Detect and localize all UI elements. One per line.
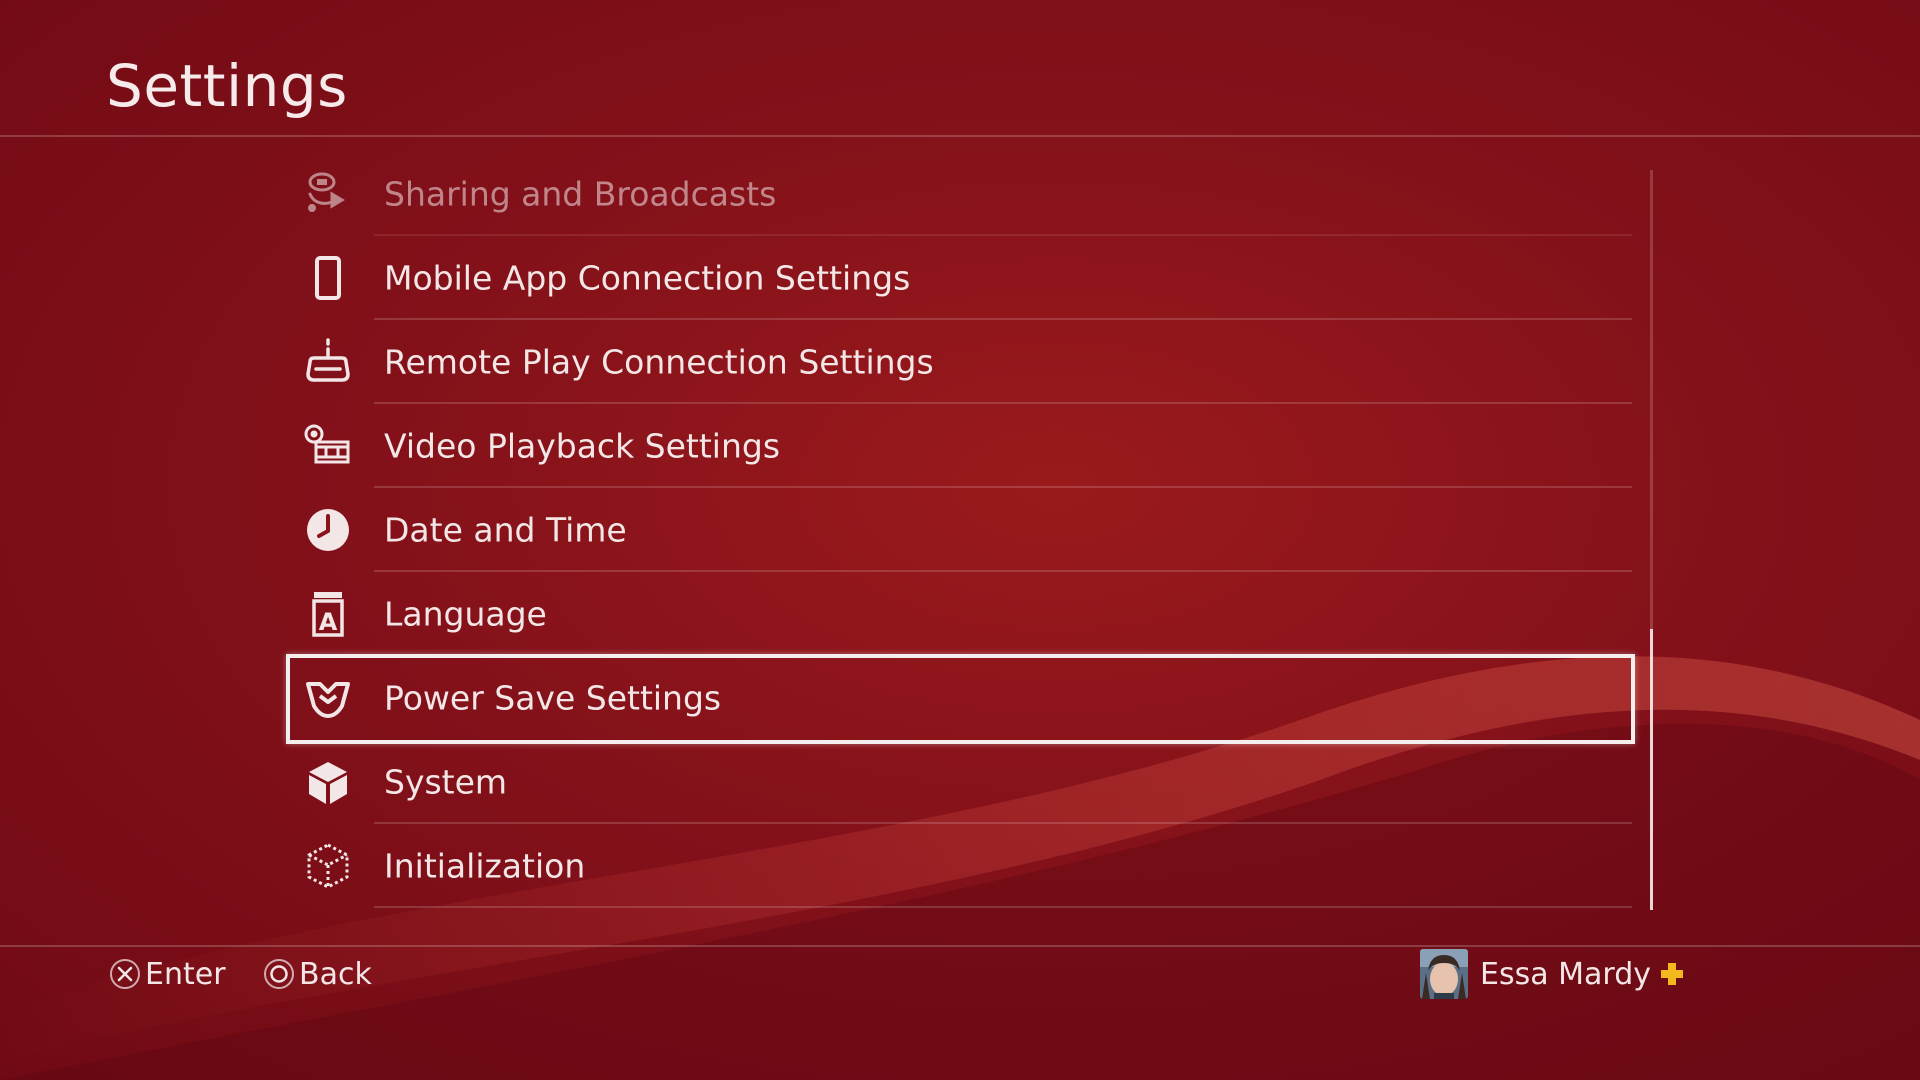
cross-button-icon: [110, 959, 140, 989]
menu-item-label: Date and Time: [384, 510, 627, 550]
user-name: Essa Mardy: [1480, 956, 1652, 992]
settings-menu: Sharing and Broadcasts Mobile App Connec…: [286, 152, 1635, 908]
menu-item-label: Initialization: [384, 846, 586, 886]
menu-item-mobile-app-connection-settings[interactable]: Mobile App Connection Settings: [286, 236, 1635, 320]
enter-label: Enter: [145, 956, 226, 992]
menu-item-language[interactable]: A Language: [286, 572, 1635, 656]
language-icon: A: [302, 588, 354, 640]
power-save-icon: [302, 672, 354, 724]
enter-hint[interactable]: Enter: [110, 954, 226, 994]
menu-item-sharing-and-broadcasts[interactable]: Sharing and Broadcasts: [286, 152, 1635, 236]
user-profile[interactable]: Essa Mardy: [1420, 948, 1685, 1000]
menu-item-label: Mobile App Connection Settings: [384, 258, 911, 298]
svg-text:A: A: [319, 608, 338, 636]
menu-item-label: Language: [384, 594, 547, 634]
menu-item-label: Sharing and Broadcasts: [384, 174, 777, 214]
film-reel-icon: [302, 420, 354, 472]
menu-item-power-save-settings[interactable]: Power Save Settings: [286, 654, 1635, 744]
dotted-cube-icon: [302, 840, 354, 892]
menu-item-label: Power Save Settings: [384, 678, 722, 718]
remote-play-icon: [302, 336, 354, 388]
scrollbar-thumb[interactable]: [1650, 628, 1653, 910]
cube-icon: [302, 756, 354, 808]
menu-item-date-and-time[interactable]: Date and Time: [286, 488, 1635, 572]
menu-item-video-playback-settings[interactable]: Video Playback Settings: [286, 404, 1635, 488]
avatar: [1420, 949, 1468, 999]
circle-button-icon: [264, 959, 294, 989]
menu-item-system[interactable]: System: [286, 740, 1635, 824]
menu-scrollbar[interactable]: [1650, 170, 1653, 910]
menu-item-remote-play-connection-settings[interactable]: Remote Play Connection Settings: [286, 320, 1635, 404]
header-divider: [0, 135, 1920, 137]
footer-divider: [0, 945, 1920, 947]
broadcast-icon: [302, 168, 354, 220]
menu-item-label: Video Playback Settings: [384, 426, 781, 466]
menu-item-initialization[interactable]: Initialization: [286, 824, 1635, 908]
clock-icon: [302, 504, 354, 556]
page-title: Settings: [106, 52, 348, 120]
playstation-plus-icon: [1659, 961, 1685, 987]
back-label: Back: [299, 956, 372, 992]
phone-icon: [302, 252, 354, 304]
back-hint[interactable]: Back: [264, 954, 372, 994]
menu-item-label: System: [384, 762, 508, 802]
menu-item-label: Remote Play Connection Settings: [384, 342, 934, 382]
